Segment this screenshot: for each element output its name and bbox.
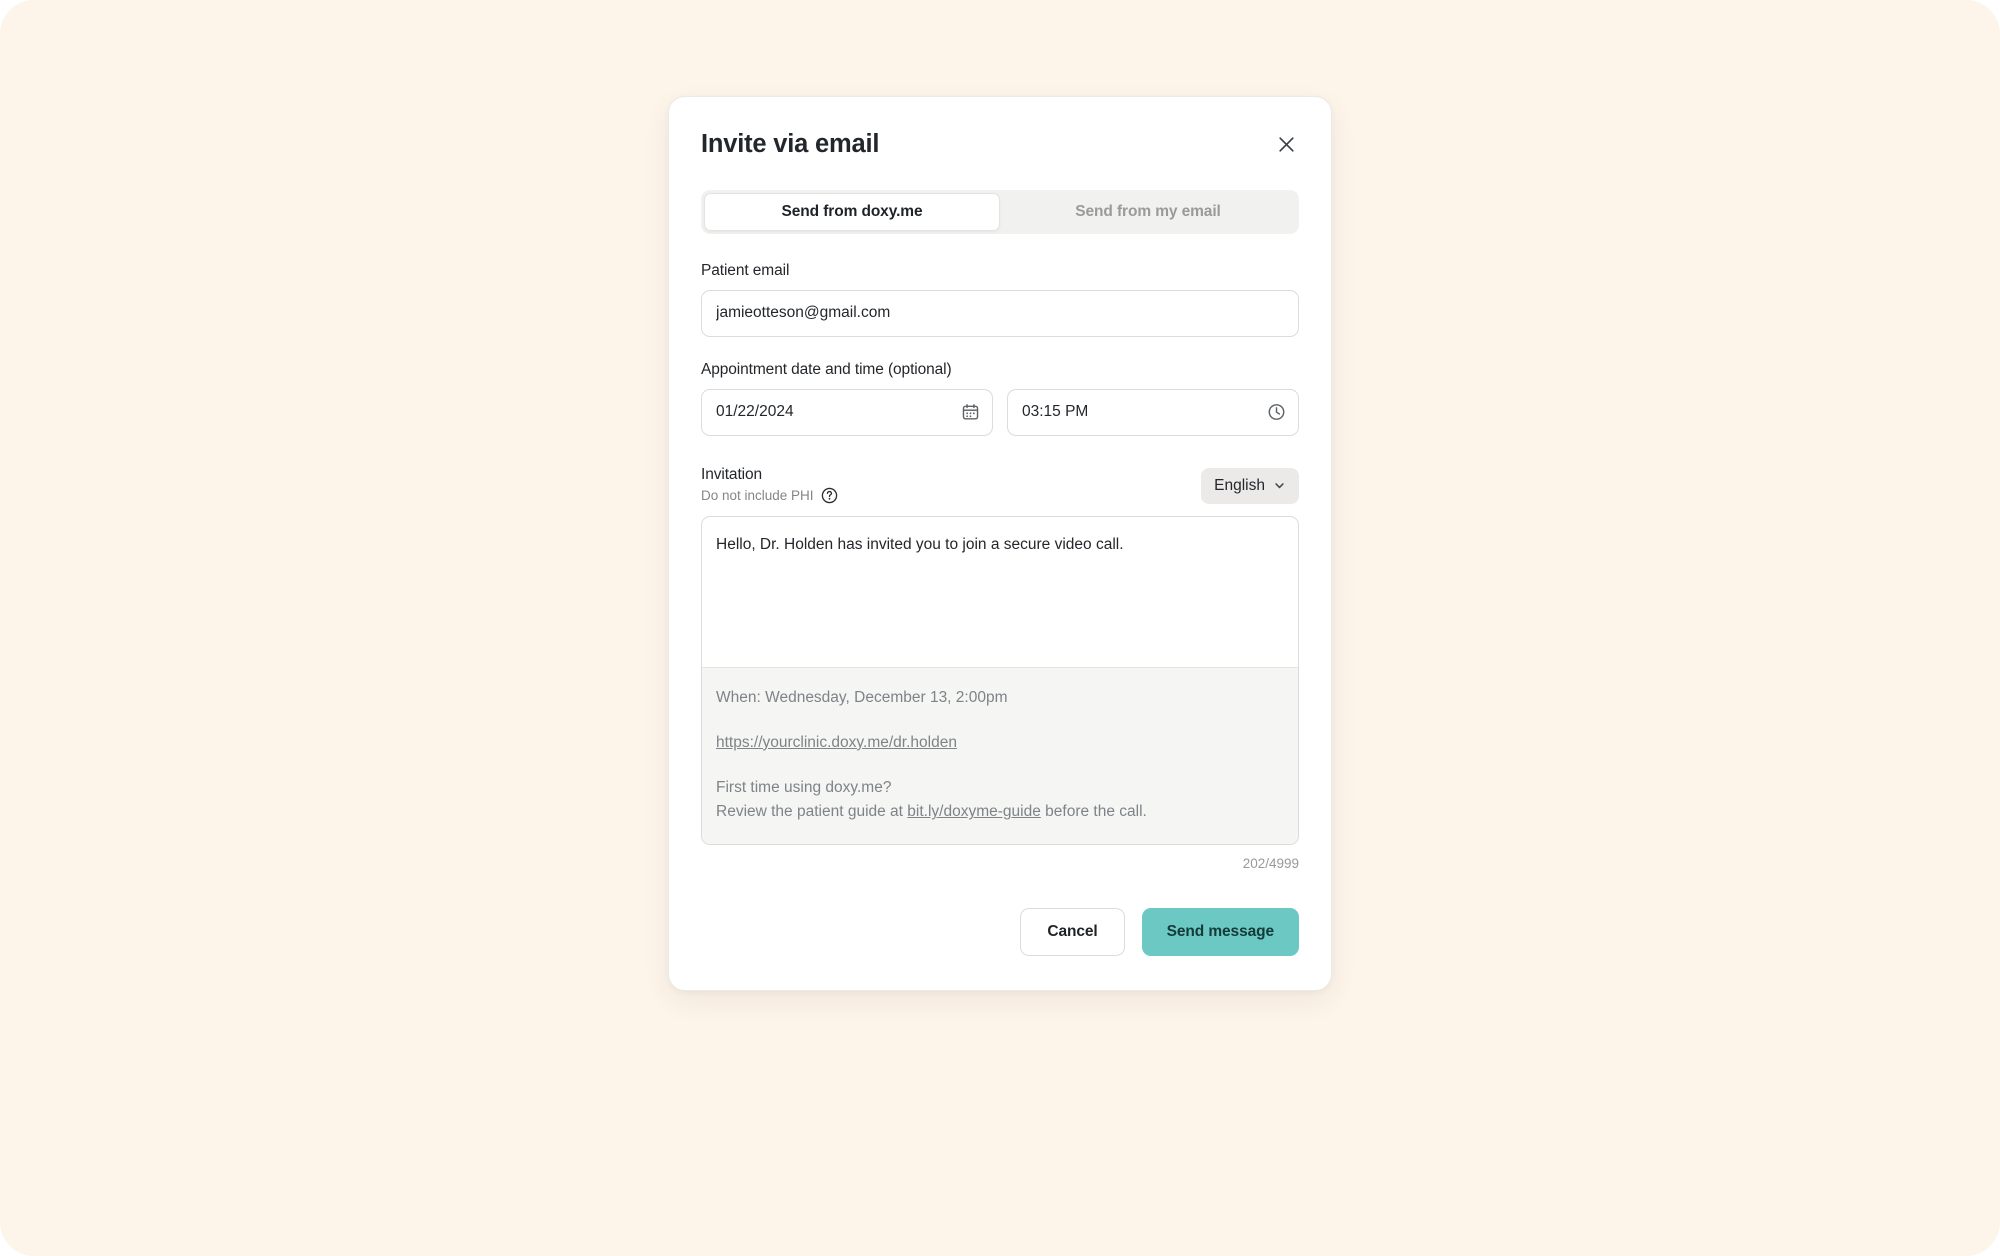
invitation-subtitle-row: Do not include PHI <box>701 487 838 504</box>
cancel-button[interactable]: Cancel <box>1020 907 1125 956</box>
preview-footer-line-2: Review the patient guide at bit.ly/doxym… <box>716 800 1284 823</box>
invitation-message-input[interactable]: Hello, Dr. Holden has invited you to joi… <box>702 517 1298 667</box>
appointment-date-field <box>701 388 993 436</box>
preview-footer-text-after: before the call. <box>1040 803 1147 821</box>
invitation-composer: Hello, Dr. Holden has invited you to joi… <box>701 515 1299 845</box>
page-title: Invite via email <box>701 130 880 158</box>
modal-header: Invite via email <box>701 127 1299 160</box>
send-message-button[interactable]: Send message <box>1141 907 1299 956</box>
close-icon[interactable] <box>1271 129 1301 159</box>
preview-patient-guide-link[interactable]: bit.ly/doxyme-guide <box>907 803 1041 820</box>
preview-room-link[interactable]: https://yourclinic.doxy.me/dr.holden <box>716 731 957 754</box>
question-circle-icon[interactable] <box>821 487 838 504</box>
phi-warning-text: Do not include PHI <box>701 487 814 503</box>
page-background: Invite via email Send from doxy.me Send … <box>0 0 2000 1256</box>
appointment-field-block: Appointment date and time (optional) <box>701 361 1299 436</box>
appointment-date-input[interactable] <box>701 388 993 436</box>
preview-footer-text-before: Review the patient guide at <box>716 803 908 821</box>
language-select[interactable]: English <box>1201 467 1299 504</box>
patient-email-input[interactable] <box>701 289 1299 337</box>
preview-footer-line-1: First time using doxy.me? <box>716 779 892 797</box>
invite-via-email-modal: Invite via email Send from doxy.me Send … <box>668 96 1332 991</box>
patient-email-label: Patient email <box>701 261 790 279</box>
appointment-label: Appointment date and time (optional) <box>701 360 952 378</box>
tab-send-from-my-email[interactable]: Send from my email <box>1000 193 1296 231</box>
invitation-preview: When: Wednesday, December 13, 2:00pm htt… <box>702 666 1298 844</box>
language-select-value: English <box>1214 476 1265 494</box>
appointment-time-input[interactable] <box>1007 388 1299 436</box>
invitation-title: Invitation <box>701 465 763 483</box>
preview-when-line: When: Wednesday, December 13, 2:00pm <box>716 688 1008 706</box>
appointment-time-field <box>1007 388 1299 436</box>
invitation-labels: Invitation Do not include PHI <box>701 466 838 504</box>
invitation-header: Invitation Do not include PHI English <box>701 466 1299 504</box>
tab-send-from-doxyme[interactable]: Send from doxy.me <box>704 192 1000 231</box>
modal-footer: Cancel Send message <box>701 907 1299 956</box>
patient-email-field-block: Patient email <box>701 262 1299 337</box>
character-counter: 202/4999 <box>1242 855 1299 871</box>
chevron-down-icon <box>1273 479 1286 492</box>
appointment-inputs-row <box>701 388 1299 436</box>
send-method-tabs: Send from doxy.me Send from my email <box>701 189 1299 234</box>
